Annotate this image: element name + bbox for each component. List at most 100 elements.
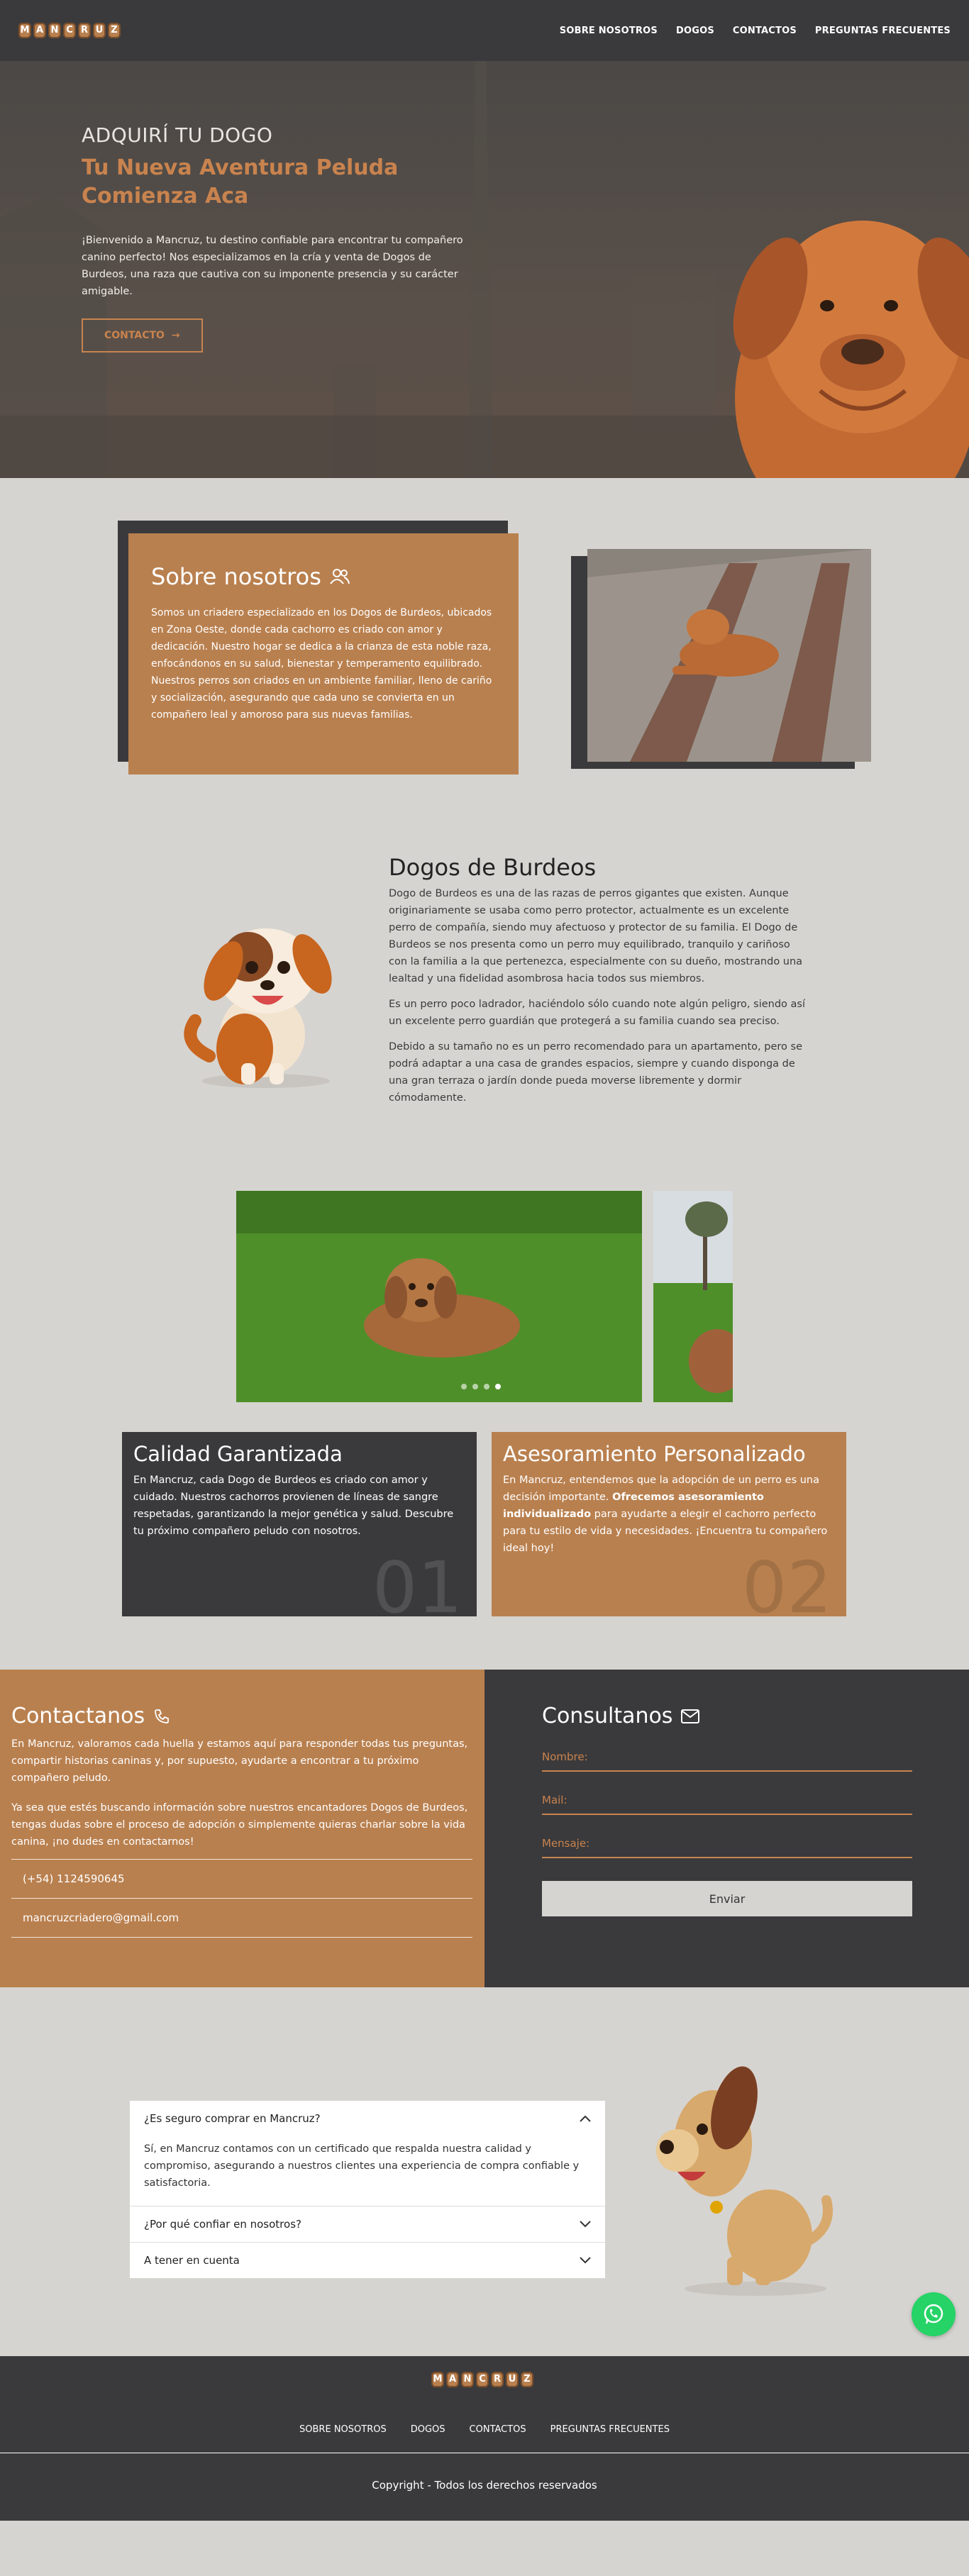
faq-answer: Sí, en Mancruz contamos con un certifica… [144, 2143, 580, 2189]
name-field-label: Nombre: [542, 1750, 588, 1763]
feature-text: En Mancruz, entendemos que la adopción d… [503, 1472, 835, 1557]
contact-form: Consultanos Nombre: Mail: Mensaje: Envia… [484, 1670, 969, 1987]
faq-question-toggle[interactable]: ¿Es seguro comprar en Mancruz? [130, 2101, 605, 2136]
faq-question: ¿Es seguro comprar en Mancruz? [144, 2112, 321, 2125]
about-card: Sobre nosotros Somos un criadero especia… [128, 533, 519, 775]
logo-letter: M [431, 2372, 444, 2387]
carousel-slide-puppy-grass[interactable] [236, 1191, 642, 1402]
contact-title-text: Contactanos [11, 1704, 145, 1728]
faq-accordion: ¿Es seguro comprar en Mancruz? Sí, en Ma… [130, 2101, 605, 2278]
about-title: Sobre nosotros [151, 563, 496, 590]
breed-paragraph: Dogo de Burdeos es una de las razas de p… [389, 888, 803, 984]
form-title-text: Consultanos [542, 1704, 673, 1728]
logo-letter: N [461, 2372, 474, 2387]
carousel-dot[interactable] [484, 1384, 489, 1389]
arrow-right-icon: → [171, 330, 180, 341]
logo-letter: R [78, 23, 91, 38]
logo-letter: Z [521, 2372, 533, 2387]
feature-text: En Mancruz, cada Dogo de Burdeos es cria… [133, 1475, 454, 1537]
message-field[interactable]: Mensaje: [542, 1836, 912, 1858]
top-navbar: M A N C R U Z SOBRE NOSOTROS DOGOS CONTA… [0, 0, 969, 61]
footer-nav: SOBRE NOSOTROS DOGOS CONTACTOS PREGUNTAS… [0, 2424, 969, 2435]
nav-link-contactos[interactable]: CONTACTOS [733, 26, 797, 36]
phone-icon [155, 1709, 170, 1723]
faq-question-toggle[interactable]: A tener en cuenta [130, 2243, 605, 2278]
breed-section: Dogos de Burdeos Dogo de Burdeos es una … [0, 833, 969, 1191]
whatsapp-float-button[interactable] [912, 2292, 956, 2336]
logo-letter: A [446, 2372, 459, 2387]
feature-card-advice: Asesoramiento Personalizado En Mancruz, … [492, 1432, 846, 1616]
carousel-dot[interactable] [472, 1384, 478, 1389]
breed-paragraph: Debido a su tamaño no es un perro recome… [389, 1041, 802, 1104]
footer: M A N C R U Z SOBRE NOSOTROS DOGOS CONTA… [0, 2356, 969, 2521]
cartoon-beagle-illustration [656, 2066, 833, 2296]
logo-letter: Z [108, 23, 121, 38]
whatsapp-icon [924, 2304, 943, 2324]
feature-title: Calidad Garantizada [133, 1442, 343, 1466]
carousel-dot[interactable] [461, 1384, 467, 1389]
hero-title: Tu Nueva Aventura Peluda Comienza Aca [82, 155, 399, 209]
footer-link-sobre-nosotros[interactable]: SOBRE NOSOTROS [299, 2424, 387, 2435]
logo-letter: C [476, 2372, 489, 2387]
copyright: Copyright - Todos los derechos reservado… [372, 2479, 597, 2492]
faq-question: A tener en cuenta [144, 2254, 240, 2267]
logo-letter: U [93, 23, 106, 38]
hero-contact-label: CONTACTO [104, 330, 165, 341]
nav-link-sobre-nosotros[interactable]: SOBRE NOSOTROS [560, 26, 658, 36]
about-text: Somos un criadero especializado en los D… [151, 607, 492, 721]
footer-link-contactos[interactable]: CONTACTOS [470, 2424, 526, 2435]
faq-section: ¿Es seguro comprar en Mancruz? Sí, en Ma… [0, 1987, 969, 2356]
chevron-down-icon [580, 2221, 591, 2228]
logo-letter: C [63, 23, 76, 38]
hero-kicker: ADQUIRÍ TU DOGO [82, 123, 273, 147]
users-icon [330, 569, 350, 584]
contact-paragraph: Ya sea que estés buscando información so… [11, 1802, 468, 1848]
name-field[interactable]: Nombre: [542, 1750, 912, 1772]
carousel-dots [461, 1384, 501, 1389]
hero-contact-button[interactable]: CONTACTO → [82, 318, 203, 352]
breed-title: Dogos de Burdeos [389, 854, 597, 881]
mail-icon [681, 1709, 700, 1723]
brand-logo[interactable]: M A N C R U Z [18, 23, 121, 38]
puppy-on-tiles-image [587, 549, 871, 762]
send-button[interactable]: Enviar [542, 1881, 912, 1916]
faq-item: A tener en cuenta [130, 2243, 605, 2278]
feature-title: Asesoramiento Personalizado [503, 1442, 806, 1466]
hero-section: ADQUIRÍ TU DOGO Tu Nueva Aventura Peluda… [0, 61, 969, 478]
contact-info: Contactanos En Mancruz, valoramos cada h… [0, 1670, 484, 1987]
faq-item: ¿Por qué confiar en nosotros? [130, 2206, 605, 2243]
footer-link-preguntas-frecuentes[interactable]: PREGUNTAS FRECUENTES [550, 2424, 670, 2435]
breed-paragraph: Es un perro poco ladrador, haciéndolo só… [389, 999, 805, 1027]
logo-letter: N [48, 23, 61, 38]
dogo-de-burdeos-image [733, 221, 969, 478]
mail-field[interactable]: Mail: [542, 1793, 912, 1815]
features-section: Calidad Garantizada En Mancruz, cada Dog… [0, 1432, 969, 1670]
faq-question: ¿Por qué confiar en nosotros? [144, 2218, 301, 2231]
carousel-dot-active[interactable] [495, 1384, 501, 1389]
footer-logo[interactable]: M A N C R U Z [431, 2372, 533, 2387]
hero-content: ADQUIRÍ TU DOGO Tu Nueva Aventura Peluda… [82, 123, 479, 352]
carousel-slide-next[interactable] [653, 1191, 733, 1402]
chevron-down-icon [580, 2257, 591, 2264]
nav-link-dogos[interactable]: DOGOS [676, 26, 714, 36]
hero-text: ¡Bienvenido a Mancruz, tu destino confia… [82, 235, 463, 297]
chevron-up-icon [580, 2115, 591, 2122]
footer-link-dogos[interactable]: DOGOS [411, 2424, 445, 2435]
nav-link-preguntas-frecuentes[interactable]: PREGUNTAS FRECUENTES [815, 26, 951, 36]
logo-letter: M [18, 23, 31, 38]
logo-letter: A [33, 23, 46, 38]
logo-letter: U [506, 2372, 519, 2387]
form-title: Consultanos [542, 1704, 912, 1728]
feature-number: 01 [372, 1546, 463, 1616]
contact-section: Contactanos En Mancruz, valoramos cada h… [0, 1670, 969, 1987]
about-title-text: Sobre nosotros [151, 563, 321, 590]
faq-question-toggle[interactable]: ¿Por qué confiar en nosotros? [130, 2206, 605, 2242]
message-field-label: Mensaje: [542, 1837, 590, 1850]
contact-email[interactable]: mancruzcriadero@gmail.com [11, 1899, 472, 1938]
feature-number: 02 [741, 1546, 832, 1616]
logo-letter: R [491, 2372, 504, 2387]
contact-phone[interactable]: (+54) 1124590645 [11, 1860, 472, 1899]
breed-text-block: Dogos de Burdeos Dogo de Burdeos es una … [389, 854, 811, 1106]
contact-title: Contactanos [11, 1704, 473, 1728]
feature-card-quality: Calidad Garantizada En Mancruz, cada Dog… [122, 1432, 477, 1616]
